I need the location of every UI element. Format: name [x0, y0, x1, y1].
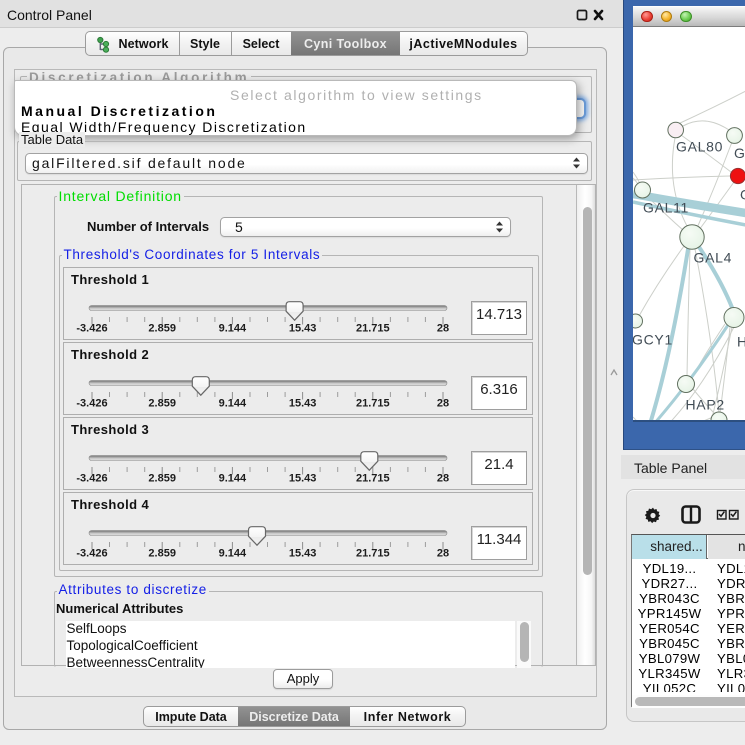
svg-text:-3.426: -3.426 [76, 548, 107, 560]
svg-text:GAL80: GAL80 [676, 139, 723, 155]
svg-text:21.715: 21.715 [356, 323, 390, 335]
svg-text:2.859: 2.859 [148, 398, 176, 410]
svg-text:-3.426: -3.426 [76, 473, 107, 485]
svg-text:21.715: 21.715 [356, 548, 390, 560]
svg-text:15.43: 15.43 [289, 398, 317, 410]
svg-text:GAL11: GAL11 [643, 200, 689, 216]
svg-text:2.859: 2.859 [148, 473, 176, 485]
svg-text:21.715: 21.715 [356, 473, 390, 485]
svg-text:GA: GA [734, 145, 745, 161]
svg-text:-3.426: -3.426 [76, 323, 107, 335]
svg-text:GCY1: GCY1 [633, 332, 673, 348]
svg-text:2.859: 2.859 [148, 548, 176, 560]
svg-text:28: 28 [437, 548, 449, 560]
svg-text:2.859: 2.859 [148, 323, 176, 335]
svg-text:GAL4: GAL4 [694, 250, 733, 266]
svg-text:28: 28 [437, 398, 449, 410]
svg-text:9.144: 9.144 [219, 548, 247, 560]
svg-text:15.43: 15.43 [289, 548, 317, 560]
svg-text:21.715: 21.715 [356, 398, 390, 410]
svg-text:HI: HI [737, 334, 745, 350]
svg-text:15.43: 15.43 [289, 473, 317, 485]
svg-text:9.144: 9.144 [219, 473, 247, 485]
svg-text:28: 28 [437, 473, 449, 485]
svg-text:9.144: 9.144 [219, 323, 247, 335]
svg-text:9.144: 9.144 [219, 398, 247, 410]
svg-text:15.43: 15.43 [289, 323, 317, 335]
svg-text:28: 28 [437, 323, 449, 335]
svg-text:GA: GA [740, 187, 745, 203]
svg-text:HAP2: HAP2 [686, 397, 725, 413]
svg-text:-3.426: -3.426 [76, 398, 107, 410]
